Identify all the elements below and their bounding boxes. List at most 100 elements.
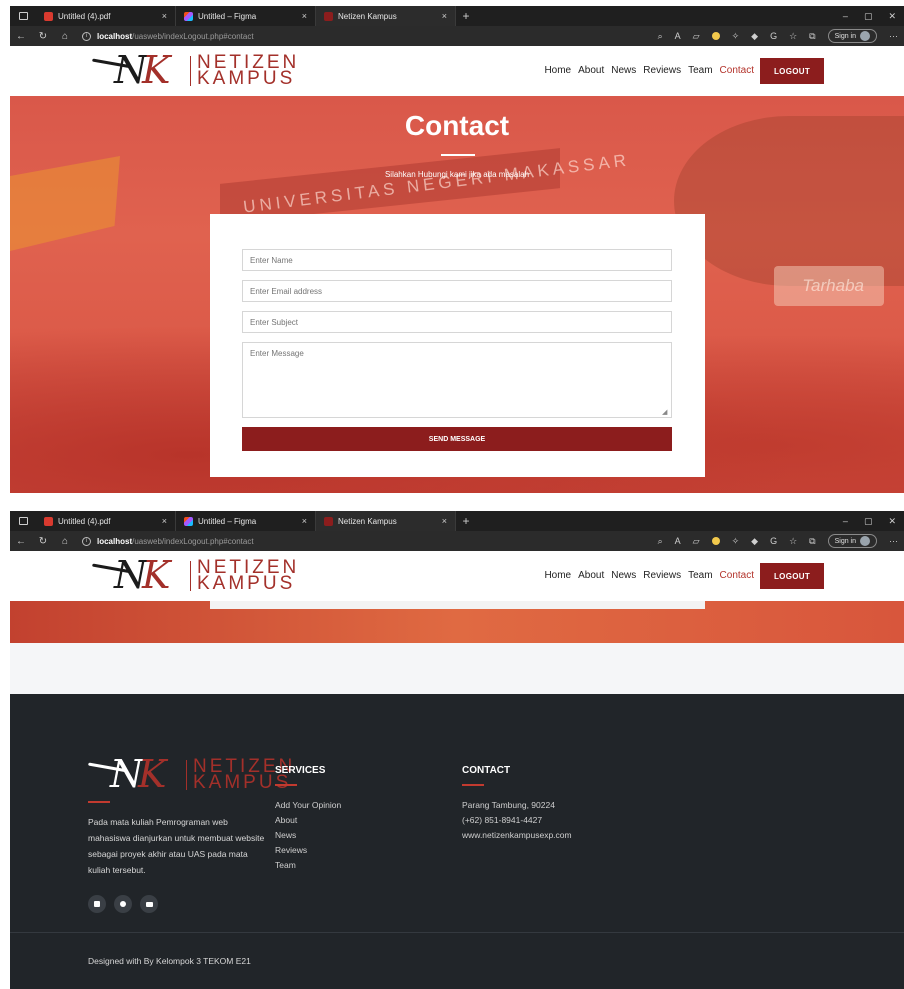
nav-news[interactable]: News [611,570,636,581]
footer-link-team[interactable]: Team [275,858,341,873]
contact-website[interactable]: www.netizenkampusexp.com [462,828,572,843]
browser-tab-figma[interactable]: Untitled – Figma × [176,6,316,26]
nav-home[interactable]: Home [544,65,571,76]
minimize-button[interactable]: – [843,516,848,527]
puzzle-icon[interactable]: ✧ [732,536,740,547]
nav-home[interactable]: Home [544,570,571,581]
email-field[interactable] [242,280,672,302]
browser-tab-pdf[interactable]: Untitled (4).pdf × [36,511,176,531]
browser-tab-figma[interactable]: Untitled – Figma × [176,511,316,531]
close-icon[interactable]: × [442,516,447,526]
close-icon[interactable]: × [302,11,307,21]
extension-icon[interactable] [711,32,720,40]
home-icon[interactable]: ⌂ [60,31,70,42]
maximize-button[interactable]: ▢ [864,516,873,527]
url-host: localhost [97,536,133,546]
nav-team[interactable]: Team [688,570,712,581]
name-field[interactable] [242,249,672,271]
url-field[interactable]: i localhost/uasweb/indexLogout.php#conta… [82,31,646,41]
window-menu-icon[interactable] [10,517,36,525]
twitter-icon[interactable] [88,895,106,913]
read-aloud-icon[interactable]: A [675,31,681,41]
youtube-icon[interactable] [140,895,158,913]
browser-toolbar: ⌕ A ▱ ✧ ◆ G ☆ ⧉ Sign in ··· [658,29,898,43]
footer-link-news[interactable]: News [275,828,341,843]
extension-icon[interactable] [711,537,720,545]
browser-tab-bar: Untitled (4).pdf × Untitled – Figma × Ne… [10,511,904,531]
nav-contact[interactable]: Contact [720,570,754,581]
close-icon[interactable]: × [162,11,167,21]
close-icon[interactable]: × [442,11,447,21]
close-window-button[interactable]: ✕ [888,516,896,527]
favorites-icon[interactable]: ☆ [789,536,797,547]
send-message-button[interactable]: SEND MESSAGE [242,427,672,451]
home-icon[interactable]: ⌂ [60,536,70,547]
instagram-icon[interactable] [114,895,132,913]
site-footer: N K NETIZEN KAMPUS Pada mata kuliah Pemr… [10,694,904,989]
browser-tab-netizen[interactable]: Netizen Kampus × [316,511,456,531]
subject-field[interactable] [242,311,672,333]
favorites-icon[interactable]: ☆ [789,31,797,42]
nav-about[interactable]: About [578,570,604,581]
close-icon[interactable]: × [302,516,307,526]
sign-in-button[interactable]: Sign in [827,534,877,548]
refresh-extension-icon[interactable]: G [770,31,777,41]
sign-in-label: Sign in [834,537,856,545]
nav-reviews[interactable]: Reviews [643,570,681,581]
maximize-button[interactable]: ▢ [864,11,873,22]
nav-about[interactable]: About [578,65,604,76]
info-icon[interactable]: i [82,31,91,41]
browser-window-footer: Untitled (4).pdf × Untitled – Figma × Ne… [10,511,904,989]
footer-link-opinion[interactable]: Add Your Opinion [275,798,341,813]
footer-link-reviews[interactable]: Reviews [275,843,341,858]
footer-logo[interactable]: N K NETIZEN KAMPUS [88,752,295,796]
window-menu-icon[interactable] [10,12,36,20]
services-heading: SERVICES [275,765,326,776]
close-icon[interactable]: × [162,516,167,526]
site-logo[interactable]: N K NETIZEN KAMPUS [92,48,299,92]
logout-button[interactable]: LOGOUT [760,563,824,589]
nav-contact[interactable]: Contact [720,65,754,76]
address-bar: ← ↻ ⌂ i localhost/uasweb/indexLogout.php… [10,531,904,551]
logout-button[interactable]: LOGOUT [760,58,824,84]
site-logo[interactable]: N K NETIZEN KAMPUS [92,553,299,597]
message-field[interactable] [242,342,672,418]
browser-tab-netizen[interactable]: Netizen Kampus × [316,6,456,26]
search-icon[interactable]: ⌕ [658,31,663,42]
more-icon[interactable]: ··· [889,31,898,41]
refresh-icon[interactable]: ↻ [38,536,48,547]
contact-accent-line [462,784,484,786]
nav-reviews[interactable]: Reviews [643,65,681,76]
contact-heading: CONTACT [462,765,511,776]
nav-team[interactable]: Team [688,65,712,76]
tab-title: Untitled – Figma [198,516,257,526]
search-icon[interactable]: ⌕ [658,536,663,547]
new-tab-button[interactable]: + [456,514,476,528]
refresh-extension-icon[interactable]: G [770,536,777,546]
more-icon[interactable]: ··· [889,536,898,546]
minimize-button[interactable]: – [843,11,848,22]
back-icon[interactable]: ← [16,536,26,547]
services-list: Add Your Opinion About News Reviews Team [275,798,341,873]
browser-tab-pdf[interactable]: Untitled (4).pdf × [36,6,176,26]
app-icon[interactable]: ▱ [693,536,700,547]
collections-icon[interactable]: ⧉ [809,536,815,547]
window-controls: – ▢ ✕ [843,516,904,527]
app-icon[interactable]: ▱ [693,31,700,42]
info-icon[interactable]: i [82,536,91,546]
collections-icon[interactable]: ⧉ [809,31,815,42]
read-aloud-icon[interactable]: A [675,536,681,546]
new-tab-button[interactable]: + [456,9,476,23]
shield-icon[interactable]: ◆ [751,536,758,547]
puzzle-icon[interactable]: ✧ [732,31,740,42]
close-window-button[interactable]: ✕ [888,11,896,22]
url-field[interactable]: i localhost/uasweb/indexLogout.php#conta… [82,536,646,546]
sign-in-button[interactable]: Sign in [827,29,877,43]
nav-news[interactable]: News [611,65,636,76]
resize-handle-icon[interactable]: ◢ [662,408,670,416]
shield-icon[interactable]: ◆ [751,31,758,42]
back-icon[interactable]: ← [16,31,26,42]
footer-link-about[interactable]: About [275,813,341,828]
refresh-icon[interactable]: ↻ [38,31,48,42]
logo-divider [190,56,191,86]
